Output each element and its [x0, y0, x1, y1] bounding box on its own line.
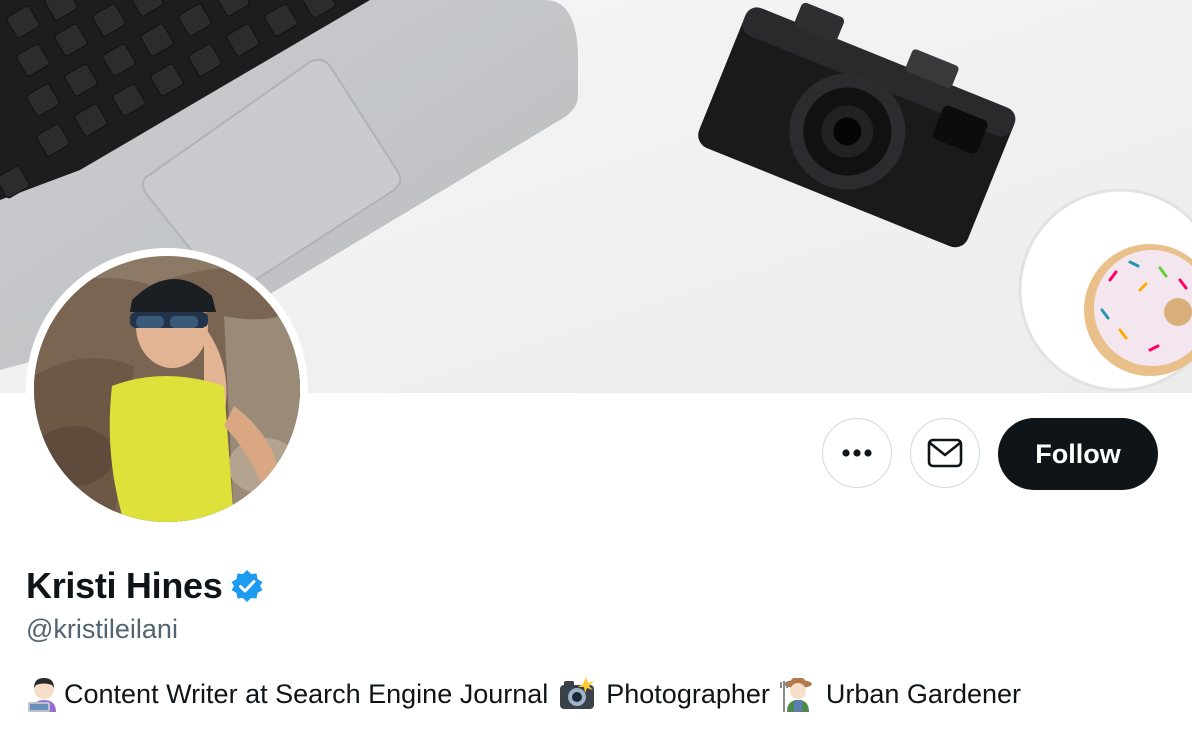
woman-farmer-emoji [779, 676, 816, 712]
profile-handle: @kristileilani [26, 614, 178, 644]
profile-name-row: Kristi Hines [26, 563, 264, 609]
display-name: Kristi Hines [26, 565, 223, 606]
message-button[interactable] [910, 418, 980, 488]
envelope-icon [927, 438, 963, 468]
avatar[interactable] [34, 256, 300, 522]
follow-button[interactable]: Follow [998, 418, 1158, 490]
verified-badge-icon[interactable] [230, 569, 264, 603]
bio-text-photographer: Photographer [606, 678, 770, 709]
more-options-button[interactable] [822, 418, 892, 488]
profile-bio: Content Writer at Search Engine Journal … [26, 676, 1021, 712]
bio-text-role: Content Writer at Search Engine Journal [64, 678, 549, 709]
bio-text-gardener: Urban Gardener [825, 678, 1021, 709]
woman-technologist-emoji [26, 676, 62, 712]
more-icon [842, 449, 872, 457]
camera-with-flash-emoji [558, 677, 596, 711]
